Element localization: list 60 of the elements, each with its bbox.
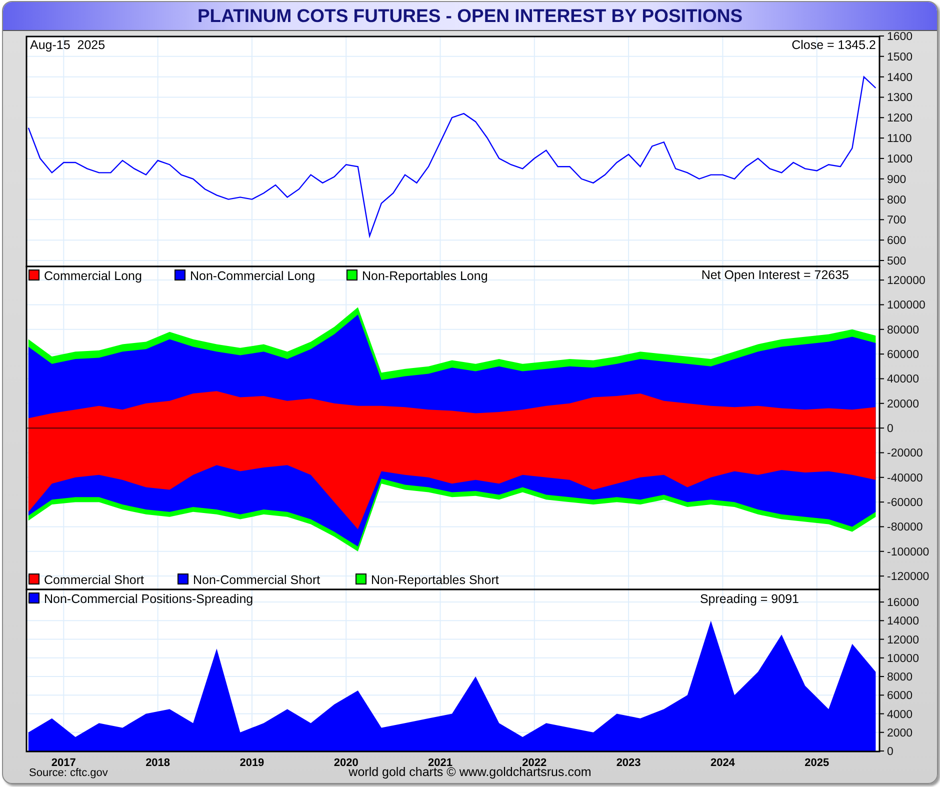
legend-swatch <box>178 574 188 584</box>
spreading-label: Spreading = 9091 <box>700 592 799 606</box>
y-axis-label: 16000 <box>887 597 919 610</box>
legend-swatch <box>28 270 40 280</box>
close-label: Close = 1345.2 <box>792 38 876 52</box>
y-axis-label: 4000 <box>887 708 913 721</box>
y-axis-label: 1400 <box>887 72 913 84</box>
y-axis-label: 600 <box>887 235 906 248</box>
y-axis-label: 10000 <box>887 652 919 665</box>
y-axis-label: 1500 <box>887 51 913 64</box>
x-axis-label: 2018 <box>146 757 170 769</box>
y-axis-label: 2000 <box>887 727 913 740</box>
y-axis-label: 700 <box>887 214 906 227</box>
source-label: Source: cftc.gov <box>29 767 108 779</box>
y-axis-label: 1300 <box>887 92 913 104</box>
chart-title: PLATINUM COTS FUTURES - OPEN INTEREST BY POSITIONS <box>197 5 743 27</box>
y-axis-label: 8000 <box>887 672 913 684</box>
y-axis-label: 60000 <box>887 349 919 362</box>
y-axis-label: -60000 <box>887 497 923 510</box>
y-axis-label: 100000 <box>887 300 926 312</box>
y-axis-label: 500 <box>887 256 906 268</box>
legend-label: Non-Commercial Positions-Spreading <box>44 592 254 606</box>
x-axis-label: 2017 <box>51 757 76 769</box>
legend-label: Non-Commercial Short <box>193 573 320 587</box>
y-axis-label: 20000 <box>887 398 919 410</box>
date-label: Aug-15 2025 <box>30 38 106 52</box>
net-open-interest-label: Net Open Interest = 72635 <box>701 268 849 282</box>
x-axis-label: 2025 <box>804 757 830 769</box>
legend-label: Commercial Short <box>44 573 144 587</box>
y-axis-label: -100000 <box>887 546 930 558</box>
legend-label: Non-Commercial Long <box>190 269 316 283</box>
legend-label: Commercial Long <box>44 269 142 283</box>
y-axis-label: 800 <box>887 194 906 206</box>
legend-swatch <box>346 270 358 280</box>
y-axis-label: 1100 <box>887 133 912 146</box>
y-axis-label: 1000 <box>887 153 913 166</box>
y-axis-label: -40000 <box>887 472 923 484</box>
y-axis-label: -20000 <box>887 448 923 460</box>
y-axis-label: 14000 <box>887 616 919 628</box>
y-axis-label: 1200 <box>887 112 913 125</box>
y-axis-label: -120000 <box>887 571 930 584</box>
x-axis-label: 2024 <box>710 757 735 769</box>
y-axis-label: -80000 <box>887 522 923 534</box>
legend-swatch <box>356 574 366 584</box>
legend-swatch <box>28 592 40 604</box>
legend-label: Non-Reportables Short <box>371 573 499 587</box>
y-axis-label: 0 <box>887 423 894 436</box>
y-axis-label: 0 <box>887 746 894 758</box>
legend-swatch <box>28 574 40 584</box>
y-axis-label: 6000 <box>887 690 913 702</box>
y-axis-label: 80000 <box>887 324 919 336</box>
x-axis-label: 2019 <box>240 757 264 769</box>
y-axis-label: 40000 <box>887 374 919 386</box>
y-axis-label: 12000 <box>887 634 919 646</box>
y-axis-label: 120000 <box>887 275 926 288</box>
legend-label: Non-Reportables Long <box>362 269 488 283</box>
legend-swatch <box>174 270 186 280</box>
y-axis-label: 1600 <box>887 31 913 43</box>
y-axis-label: 900 <box>887 174 906 186</box>
x-axis-label: 2023 <box>616 757 641 769</box>
